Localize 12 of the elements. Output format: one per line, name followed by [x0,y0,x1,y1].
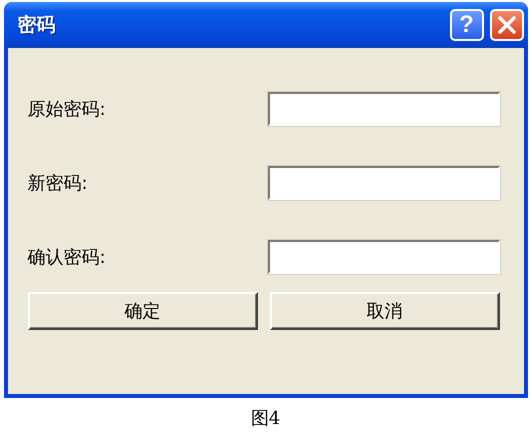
field-label: 原始密码: [28,98,106,121]
ok-button[interactable]: 确定 [28,292,258,330]
cancel-button[interactable]: 取消 [270,292,500,330]
password-field[interactable] [268,92,500,126]
close-button[interactable] [490,9,524,41]
password-field[interactable] [268,166,500,200]
figure-caption: 图4 [250,407,280,430]
field-label: 新密码: [28,172,88,195]
close-icon [496,15,516,35]
field-label: 确认密码: [28,246,106,269]
window-title: 密码 [18,13,56,38]
password-field[interactable] [268,240,500,274]
